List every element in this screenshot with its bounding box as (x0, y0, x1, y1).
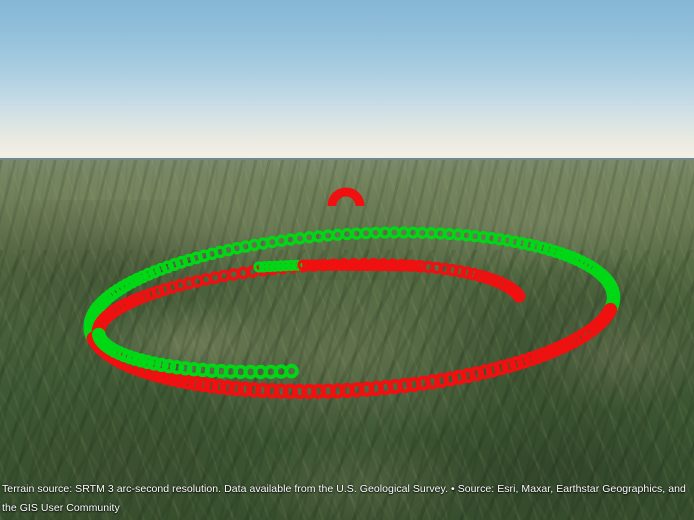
outer-ring-green-marker[interactable] (359, 227, 373, 240)
outer-ring-green-marker[interactable] (378, 226, 392, 239)
outer-ring-green-marker[interactable] (312, 230, 325, 243)
outer-ring-green-marker[interactable] (284, 233, 297, 246)
horizon-arc-red[interactable] (327, 187, 365, 207)
outer-ring-green-marker[interactable] (340, 228, 354, 241)
map-scene[interactable]: Terrain source: SRTM 3 arc-second resolu… (0, 0, 694, 520)
marker-layer (83, 187, 621, 400)
outer-ring-green-marker[interactable] (293, 232, 306, 245)
inner-ring-red-marker[interactable] (217, 269, 231, 283)
outer-ring-green-marker[interactable] (321, 229, 335, 242)
outer-ring-green-marker[interactable] (331, 228, 344, 241)
attribution-text: Terrain source: SRTM 3 arc-second resolu… (2, 483, 686, 514)
track-marker-overlay[interactable] (0, 0, 694, 520)
inner-ring-red-marker[interactable] (236, 266, 250, 280)
outer-ring-green-marker[interactable] (388, 226, 401, 239)
outer-ring-green-marker[interactable] (397, 226, 410, 239)
outer-ring-green-marker[interactable] (303, 231, 316, 244)
inner-ring-red-marker[interactable] (227, 268, 240, 281)
outer-ring-green-marker[interactable] (369, 226, 382, 239)
outer-ring-green-marker[interactable] (350, 227, 363, 240)
